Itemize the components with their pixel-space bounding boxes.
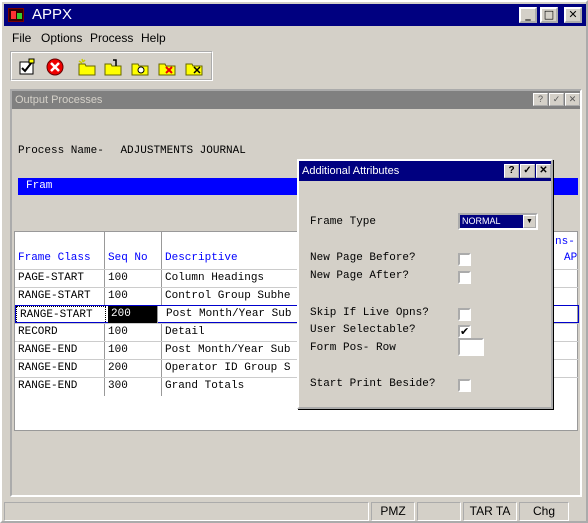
cancel-icon[interactable] xyxy=(46,58,64,76)
status-panel-chg: Chg xyxy=(519,502,569,521)
status-panel-main xyxy=(4,502,369,521)
skip-if-live-checkbox[interactable] xyxy=(458,308,471,321)
checkmark-icon: ✔ xyxy=(460,325,470,338)
cell-descriptive: Control Group Subhe xyxy=(162,288,302,306)
frame-type-label: Frame Type xyxy=(310,216,377,228)
maximize-button[interactable]: □ xyxy=(540,7,558,23)
subwindow-title-bar: Output Processes ? ✓ ✕ xyxy=(12,91,580,109)
cell-frame-class: PAGE-START xyxy=(15,270,105,288)
user-selectable-label: User Selectable? xyxy=(310,324,416,336)
cell-descriptive: Column Headings xyxy=(162,270,302,288)
user-selectable-checkbox[interactable]: ✔ xyxy=(458,325,471,338)
menu-help[interactable]: Help xyxy=(141,31,166,45)
menu-file[interactable]: File xyxy=(12,31,31,45)
dialog-title-bar: Additional Attributes ? ✓ ✕ xyxy=(299,161,551,181)
cell-frame-class: RECORD xyxy=(15,324,105,342)
new-folder-icon[interactable] xyxy=(78,58,96,76)
cell-seq-no-active[interactable]: 200 xyxy=(108,306,158,324)
app-window: APPX _ □ ✕ File Options Process Help Out… xyxy=(0,0,588,523)
subwindow-close-button[interactable]: ✕ xyxy=(565,93,580,106)
cell-frame-class: RANGE-END xyxy=(15,378,105,396)
cell-seq-no: 100 xyxy=(105,324,162,342)
status-panel-empty xyxy=(417,502,461,521)
status-panel-tar: TAR TA xyxy=(463,502,517,521)
col-header-extra-2: AP xyxy=(564,252,578,264)
cell-seq-no: 100 xyxy=(105,342,162,360)
subwindow-title: Output Processes xyxy=(15,94,103,106)
cell-frame-class: RANGE-START xyxy=(15,288,105,306)
cell-seq-no: 100 xyxy=(105,288,162,306)
folder-open-icon[interactable] xyxy=(104,58,122,76)
col-header-descriptive: Descriptive xyxy=(162,232,302,269)
cell-descriptive: Post Month/Year Sub xyxy=(163,306,303,324)
col-header-seq-no: Seq No xyxy=(105,232,162,269)
dialog-help-button[interactable]: ? xyxy=(504,164,519,178)
status-bar: PMZ TAR TA Chg xyxy=(4,501,586,522)
cell-frame-class: RANGE-END xyxy=(15,360,105,378)
process-name-label: Process Name- xyxy=(18,145,104,157)
start-print-beside-label: Start Print Beside? xyxy=(310,378,436,390)
cell-seq-no: 300 xyxy=(105,378,162,396)
cell-seq-no: 200 xyxy=(105,360,162,378)
chevron-down-icon[interactable]: ▼ xyxy=(523,215,536,228)
form-pos-row-input[interactable] xyxy=(458,338,484,356)
cell-frame-class: RANGE-START xyxy=(16,306,106,324)
check-edit-icon[interactable] xyxy=(18,58,36,76)
appx-logo-icon xyxy=(8,8,24,22)
additional-attributes-dialog: Additional Attributes ? ✓ ✕ Frame Type N… xyxy=(297,159,553,409)
new-page-before-checkbox[interactable] xyxy=(458,253,471,266)
new-page-after-checkbox[interactable] xyxy=(458,271,471,284)
cell-seq-no: 100 xyxy=(105,270,162,288)
title-bar: APPX _ □ ✕ xyxy=(4,4,586,26)
folder-close-icon[interactable] xyxy=(185,58,203,76)
minimize-button[interactable]: _ xyxy=(519,7,537,23)
form-pos-row-label: Form Pos- Row xyxy=(310,342,396,354)
skip-if-live-label: Skip If Live Opns? xyxy=(310,307,429,319)
cell-descriptive: Grand Totals xyxy=(162,378,302,396)
cell-descriptive: Detail xyxy=(162,324,302,342)
col-header-extra-1: ns- xyxy=(555,236,575,248)
frame-type-select[interactable]: NORMAL ▼ xyxy=(458,213,538,230)
cell-descriptive: Operator ID Group S xyxy=(162,360,302,378)
window-title: APPX xyxy=(32,6,73,23)
menu-options[interactable]: Options xyxy=(41,31,82,45)
dialog-ok-button[interactable]: ✓ xyxy=(520,164,535,178)
folder-delete-icon[interactable] xyxy=(158,58,176,76)
new-page-after-label: New Page After? xyxy=(310,270,410,282)
menu-bar: File Options Process Help xyxy=(4,28,586,48)
cell-descriptive: Post Month/Year Sub xyxy=(162,342,302,360)
new-page-before-label: New Page Before? xyxy=(310,252,416,264)
menu-process[interactable]: Process xyxy=(90,31,133,45)
help-button[interactable]: ? xyxy=(533,93,548,106)
status-panel-pmz: PMZ xyxy=(371,502,415,521)
close-button[interactable]: ✕ xyxy=(564,7,582,23)
cell-frame-class: RANGE-END xyxy=(15,342,105,360)
frame-type-value: NORMAL xyxy=(462,216,501,226)
process-name-value: ADJUSTMENTS JOURNAL xyxy=(120,145,246,157)
process-name-line: Process Name- ADJUSTMENTS JOURNAL xyxy=(18,145,246,157)
dialog-title: Additional Attributes xyxy=(302,165,400,177)
dialog-close-button[interactable]: ✕ xyxy=(536,164,551,178)
start-print-beside-checkbox[interactable] xyxy=(458,379,471,392)
col-header-frame-class: Frame Class xyxy=(15,232,105,269)
ok-check-button[interactable]: ✓ xyxy=(549,93,564,106)
folder-search-icon[interactable] xyxy=(131,58,149,76)
toolbar xyxy=(10,51,213,81)
